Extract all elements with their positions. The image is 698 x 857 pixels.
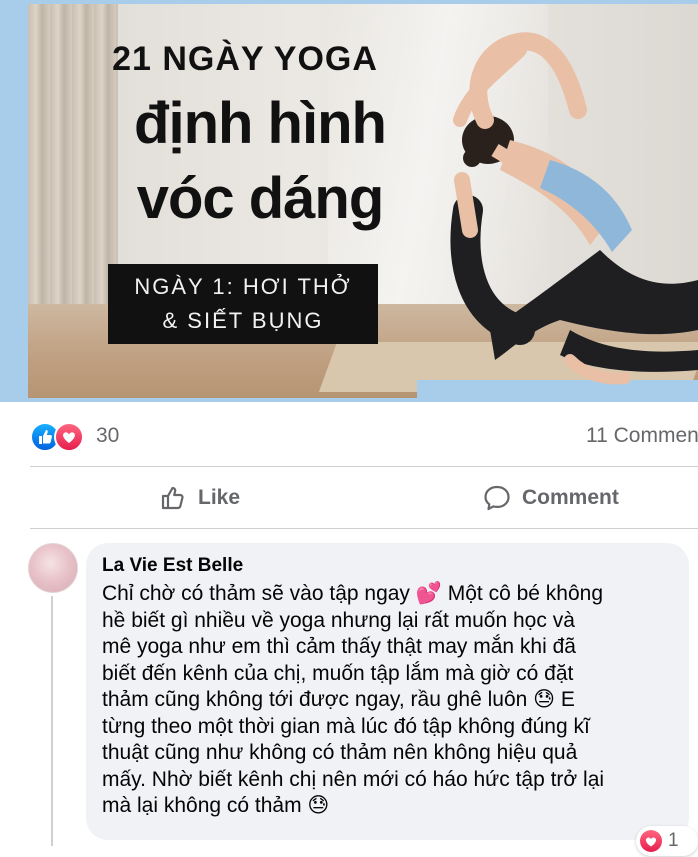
comment-line: Chỉ chờ có thảm sẽ vào tập ngay 💕 Một cô… (102, 582, 604, 605)
video-thumbnail[interactable]: 21 NGÀY YOGA định hình vóc dáng NGÀY 1: … (0, 0, 698, 402)
divider-top (30, 466, 698, 467)
divider-bottom (30, 528, 698, 529)
reactions-summary: 30 11 Comments (0, 402, 698, 464)
comment-reaction-count: 1 (668, 830, 679, 851)
reaction-icons[interactable] (30, 422, 86, 452)
comment-line: thảm cũng không tới được ngay, rầu ghê l… (102, 688, 575, 711)
comment-count-link[interactable]: 11 Comments (586, 424, 698, 448)
thread-line (51, 596, 53, 846)
comment-text: Chỉ chờ có thảm sẽ vào tập ngay 💕 Một cô… (102, 581, 682, 820)
comment-author[interactable]: La Vie Est Belle (102, 555, 243, 577)
comment-line: mà lại không có thảm 😓 (102, 794, 330, 817)
day-label-box: NGÀY 1: HƠI THỞ & SIẾT BỤNG (108, 264, 378, 344)
avatar[interactable] (28, 543, 78, 593)
comment-line: hề biết gì nhiều về yoga nhưng lại rất m… (102, 608, 575, 632)
like-button[interactable]: Like (158, 470, 240, 526)
video-title-line1: 21 NGÀY YOGA (112, 40, 378, 78)
thumbs-up-icon (161, 486, 184, 510)
comment-button-label: Comment (522, 486, 619, 509)
accent-bar-top (0, 0, 430, 4)
comment-line: biết đến kênh của chị, muốn tập lắm mà g… (102, 661, 574, 685)
comment-button[interactable]: Comment (482, 470, 619, 526)
day-label-line1: NGÀY 1: HƠI THỞ (134, 274, 352, 299)
comment-line: mê yoga như em thì cảm thấy thật may mắn… (102, 635, 576, 658)
comment-bubble: La Vie Est Belle Chỉ chờ có thảm sẽ vào … (86, 543, 689, 840)
comment-line: từng theo một thời gian mà lúc đó tập kh… (102, 714, 590, 738)
love-icon (54, 422, 84, 452)
video-title-line2: định hình (134, 91, 387, 156)
comment-line: thuật cũng như không có thảm nên không h… (102, 741, 578, 764)
comment-line: mấy. Nhờ biết kênh chị nên mới có háo hứ… (102, 767, 605, 791)
video-title-line3: vóc dáng (136, 166, 385, 231)
day-label-line2: & SIẾT BỤNG (162, 308, 324, 333)
comment-reaction-badge[interactable]: 1 (636, 826, 698, 856)
like-button-label: Like (198, 486, 241, 509)
speech-bubble-icon (484, 485, 510, 511)
reaction-count[interactable]: 30 (96, 424, 119, 448)
love-icon (640, 830, 662, 852)
